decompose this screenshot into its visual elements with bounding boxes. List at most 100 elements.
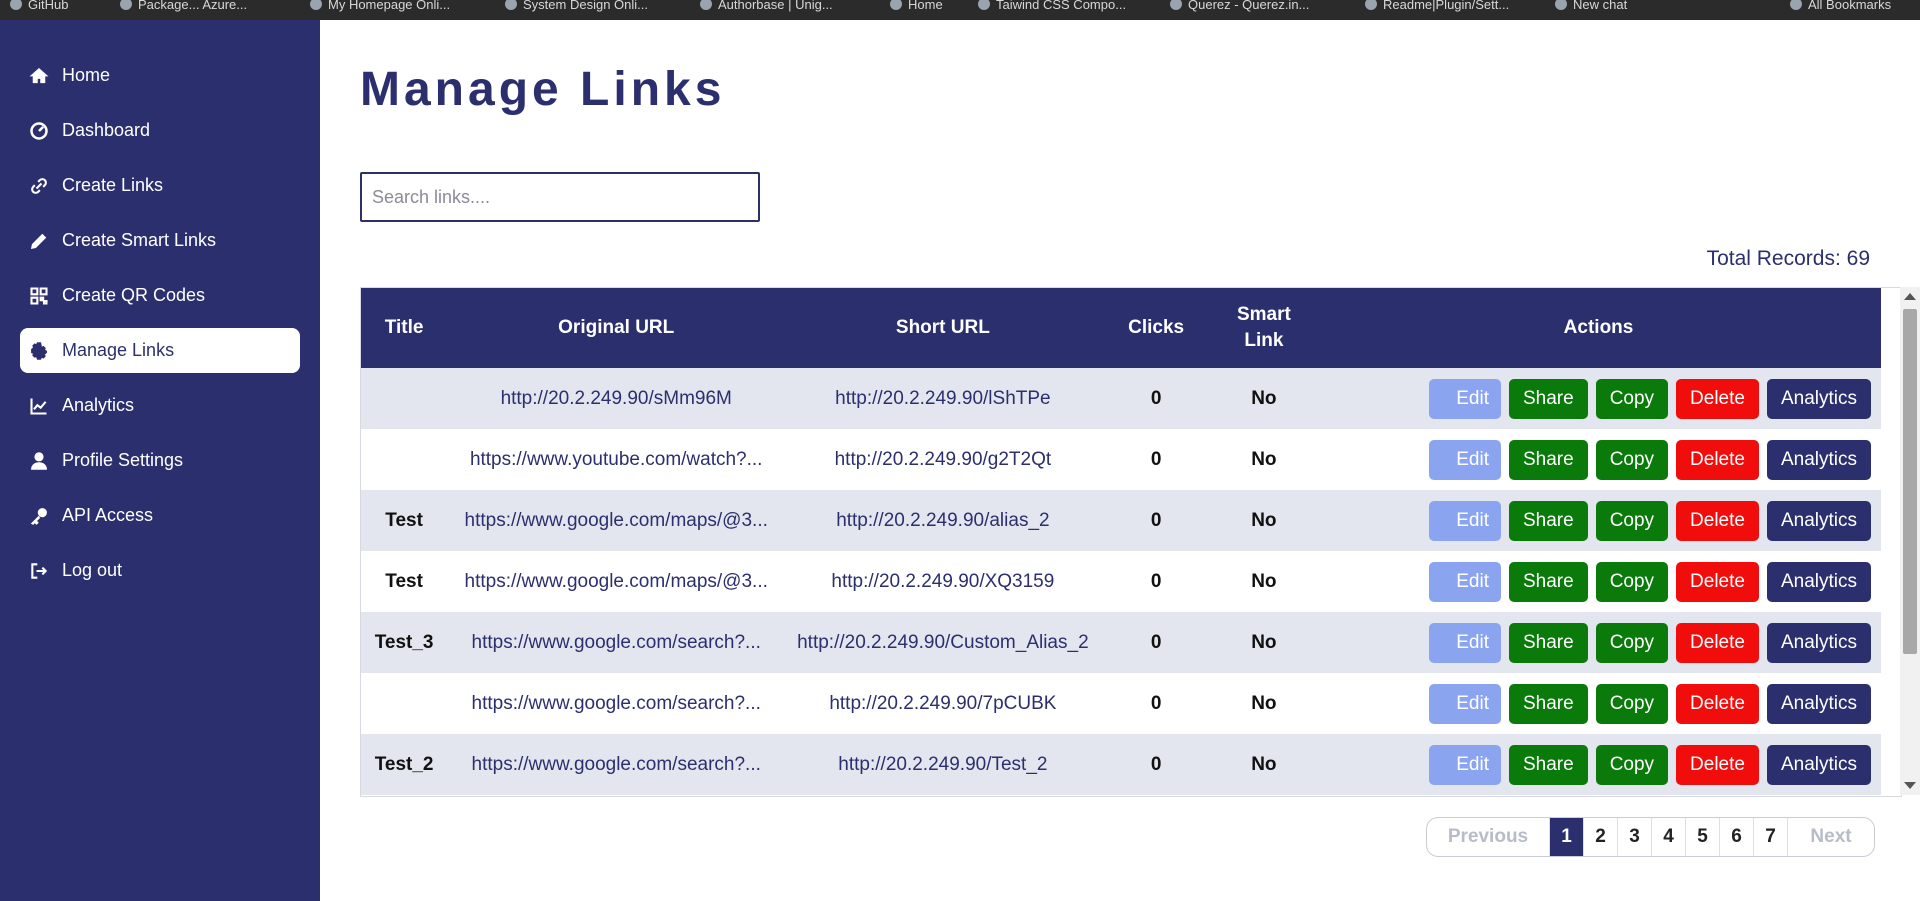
- share-button[interactable]: Share: [1508, 622, 1588, 663]
- edit-button[interactable]: Edit: [1428, 378, 1501, 419]
- bookmark-item[interactable]: My Homepage Onli...: [310, 0, 450, 12]
- bookmark-item[interactable]: Package... Azure...: [120, 0, 247, 12]
- sidebar-item-create-smart-links[interactable]: Create Smart Links: [20, 218, 300, 263]
- bookmark-item[interactable]: New chat: [1555, 0, 1627, 12]
- delete-button[interactable]: Delete: [1676, 439, 1759, 480]
- share-button[interactable]: Share: [1508, 561, 1588, 602]
- bookmark-item[interactable]: Querez - Querez.in...: [1170, 0, 1309, 12]
- scroll-down-icon[interactable]: [1904, 782, 1916, 789]
- cell-short-url[interactable]: http://20.2.249.90/Custom_Alias_2: [785, 612, 1101, 673]
- analytics-button[interactable]: Analytics: [1766, 683, 1871, 724]
- edit-button[interactable]: Edit: [1428, 622, 1501, 663]
- copy-button[interactable]: Copy: [1595, 683, 1669, 724]
- sidebar-item-home[interactable]: Home: [20, 53, 300, 98]
- sidebar-item-manage-links[interactable]: Manage Links: [20, 328, 300, 373]
- cell-short-url[interactable]: http://20.2.249.90/XQ3159: [785, 551, 1101, 612]
- delete-button[interactable]: Delete: [1676, 622, 1759, 663]
- sidebar-item-profile-settings[interactable]: Profile Settings: [20, 438, 300, 483]
- cell-original-url[interactable]: https://www.google.com/search?...: [447, 734, 786, 795]
- cell-original-url[interactable]: https://www.youtube.com/watch?...: [447, 429, 786, 490]
- bookmark-label: Home: [908, 0, 943, 12]
- cell-clicks: 0: [1100, 734, 1212, 795]
- share-button[interactable]: Share: [1508, 744, 1588, 785]
- edit-button[interactable]: Edit: [1428, 561, 1501, 602]
- edit-button[interactable]: Edit: [1428, 744, 1501, 785]
- key-icon: [28, 505, 50, 527]
- cell-actions: Edit Share Copy Delete Analytics: [1316, 551, 1881, 612]
- bookmark-item[interactable]: System Design Onli...: [505, 0, 648, 12]
- cell-short-url[interactable]: http://20.2.249.90/lShTPe: [785, 368, 1101, 429]
- share-button[interactable]: Share: [1508, 439, 1588, 480]
- scroll-up-icon[interactable]: [1904, 293, 1916, 300]
- column-header-clicks[interactable]: Clicks: [1100, 288, 1212, 368]
- cell-actions: Edit Share Copy Delete Analytics: [1316, 490, 1881, 551]
- cell-original-url[interactable]: https://www.google.com/search?...: [447, 673, 786, 734]
- cell-original-url[interactable]: https://www.google.com/maps/@3...: [447, 551, 786, 612]
- delete-button[interactable]: Delete: [1676, 683, 1759, 724]
- pagination-next-button[interactable]: Next: [1787, 818, 1874, 856]
- pagination-page-2[interactable]: 2: [1583, 818, 1617, 856]
- copy-button[interactable]: Copy: [1595, 561, 1669, 602]
- copy-button[interactable]: Copy: [1595, 622, 1669, 663]
- analytics-button[interactable]: Analytics: [1766, 500, 1871, 541]
- cell-clicks: 0: [1100, 490, 1212, 551]
- delete-button[interactable]: Delete: [1676, 378, 1759, 419]
- edit-button[interactable]: Edit: [1428, 439, 1501, 480]
- cell-short-url[interactable]: http://20.2.249.90/Test_2: [785, 734, 1101, 795]
- column-header-short-url[interactable]: Short URL: [785, 288, 1101, 368]
- share-button[interactable]: Share: [1508, 378, 1588, 419]
- sidebar-item-dashboard[interactable]: Dashboard: [20, 108, 300, 153]
- share-button[interactable]: Share: [1508, 683, 1588, 724]
- analytics-button[interactable]: Analytics: [1766, 378, 1871, 419]
- copy-button[interactable]: Copy: [1595, 744, 1669, 785]
- cell-short-url[interactable]: http://20.2.249.90/alias_2: [785, 490, 1101, 551]
- sidebar-item-create-links[interactable]: Create Links: [20, 163, 300, 208]
- bookmark-label: Authorbase | Unig...: [718, 0, 833, 12]
- sidebar-item-log-out[interactable]: Log out: [20, 548, 300, 593]
- pagination-page-7[interactable]: 7: [1753, 818, 1787, 856]
- scrollbar-thumb[interactable]: [1903, 309, 1917, 654]
- copy-button[interactable]: Copy: [1595, 439, 1669, 480]
- bookmark-item[interactable]: Authorbase | Unig...: [700, 0, 833, 12]
- sidebar-item-api-access[interactable]: API Access: [20, 493, 300, 538]
- pagination-page-4[interactable]: 4: [1651, 818, 1685, 856]
- edit-button[interactable]: Edit: [1428, 500, 1501, 541]
- sidebar: Home Dashboard Create Links Create Smart Li…: [0, 20, 320, 901]
- copy-button[interactable]: Copy: [1595, 378, 1669, 419]
- cell-original-url[interactable]: https://www.google.com/search?...: [447, 612, 786, 673]
- column-header-smart-link[interactable]: Smart Link: [1211, 288, 1317, 368]
- cell-original-url[interactable]: https://www.google.com/maps/@3...: [447, 490, 786, 551]
- cell-short-url[interactable]: http://20.2.249.90/g2T2Qt: [785, 429, 1101, 490]
- column-header-original-url[interactable]: Original URL: [447, 288, 786, 368]
- bookmark-item[interactable]: All Bookmarks: [1790, 0, 1891, 12]
- pagination-page-6[interactable]: 6: [1719, 818, 1753, 856]
- copy-button[interactable]: Copy: [1595, 500, 1669, 541]
- sidebar-item-create-qr-codes[interactable]: Create QR Codes: [20, 273, 300, 318]
- cell-original-url[interactable]: http://20.2.249.90/sMm96M: [447, 368, 786, 429]
- analytics-button[interactable]: Analytics: [1766, 439, 1871, 480]
- pagination-page-1[interactable]: 1: [1549, 818, 1583, 856]
- delete-button[interactable]: Delete: [1676, 561, 1759, 602]
- analytics-button[interactable]: Analytics: [1766, 622, 1871, 663]
- bookmark-label: Taiwind CSS Compo...: [996, 0, 1127, 12]
- sidebar-item-label: Profile Settings: [62, 450, 184, 470]
- delete-button[interactable]: Delete: [1676, 500, 1759, 541]
- page-title: Manage Links: [360, 63, 726, 116]
- column-header-title[interactable]: Title: [361, 288, 448, 368]
- bookmark-item[interactable]: Home: [890, 0, 943, 12]
- delete-button[interactable]: Delete: [1676, 744, 1759, 785]
- bookmark-item[interactable]: Readme|Plugin/Sett...: [1365, 0, 1509, 12]
- pagination-previous-button[interactable]: Previous: [1427, 818, 1549, 856]
- edit-button[interactable]: Edit: [1428, 683, 1501, 724]
- share-button[interactable]: Share: [1508, 500, 1588, 541]
- sidebar-item-analytics[interactable]: Analytics: [20, 383, 300, 428]
- analytics-button[interactable]: Analytics: [1766, 744, 1871, 785]
- analytics-button[interactable]: Analytics: [1766, 561, 1871, 602]
- bookmark-item[interactable]: Taiwind CSS Compo...: [978, 0, 1127, 12]
- pagination-page-5[interactable]: 5: [1685, 818, 1719, 856]
- bookmark-item[interactable]: GitHub: [10, 0, 68, 12]
- pagination-page-3[interactable]: 3: [1617, 818, 1651, 856]
- search-input[interactable]: [360, 172, 760, 222]
- cell-short-url[interactable]: http://20.2.249.90/7pCUBK: [785, 673, 1101, 734]
- table-scrollbar[interactable]: [1900, 287, 1920, 795]
